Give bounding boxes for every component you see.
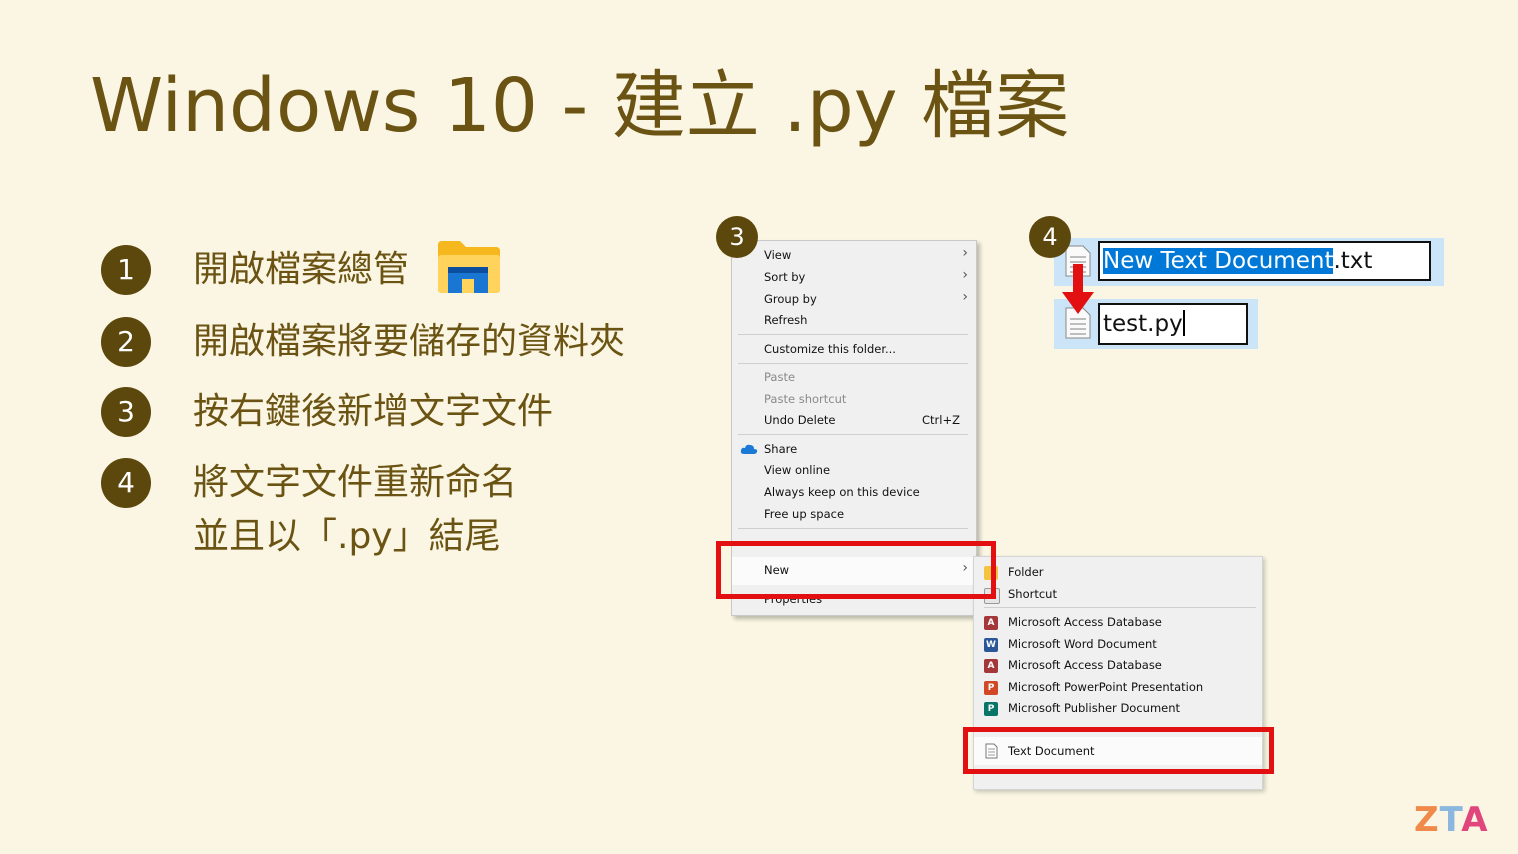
- highlight-new-box: [716, 541, 996, 599]
- step-text-line2: 並且以「.py」結尾: [193, 516, 501, 557]
- menu-item-free-up-space[interactable]: Free up space: [764, 507, 844, 521]
- menu-item-customize[interactable]: Customize this folder...: [764, 342, 896, 356]
- step-text: 按右鍵後新增文字文件: [193, 391, 554, 432]
- submenu-item-word[interactable]: Microsoft Word Document: [1008, 637, 1157, 651]
- submenu-item-folder[interactable]: Folder: [1008, 565, 1044, 579]
- logo-letter-a: A: [1461, 800, 1489, 840]
- submenu-item-powerpoint[interactable]: Microsoft PowerPoint Presentation: [1008, 680, 1203, 694]
- step-text: 開啟檔案將要儲存的資料夾: [193, 321, 626, 362]
- menu-item-paste[interactable]: Paste: [764, 370, 795, 384]
- word-icon: W: [984, 638, 998, 652]
- menu-item-view-online[interactable]: View online: [764, 463, 830, 477]
- step-number: 3: [101, 387, 151, 437]
- highlight-text-document-box: [963, 727, 1274, 774]
- zta-logo: ZTA: [1414, 800, 1489, 840]
- logo-letter-t: T: [1439, 800, 1462, 840]
- menu-item-paste-shortcut[interactable]: Paste shortcut: [764, 392, 846, 406]
- undo-shortcut: Ctrl+Z: [922, 413, 960, 427]
- step-number: 1: [101, 245, 151, 295]
- menu-item-share[interactable]: Share: [764, 442, 797, 456]
- menu-item-group-by[interactable]: Group by: [764, 292, 817, 306]
- menu-item-undo-delete[interactable]: Undo Delete: [764, 413, 835, 427]
- step-text: 將文字文件重新命名: [193, 462, 518, 503]
- rename-input-after[interactable]: test.py: [1098, 303, 1248, 345]
- logo-letter-z: Z: [1414, 800, 1440, 840]
- file-explorer-icon: [438, 241, 500, 293]
- submenu-item-shortcut[interactable]: Shortcut: [1008, 587, 1057, 601]
- menu-separator: [738, 528, 968, 529]
- submenu-item-access-2[interactable]: Microsoft Access Database: [1008, 658, 1162, 672]
- menu-item-view[interactable]: View: [764, 248, 791, 262]
- chevron-right-icon: ›: [962, 267, 968, 283]
- step-number: 4: [101, 458, 151, 508]
- powerpoint-icon: P: [984, 681, 998, 695]
- chevron-right-icon: ›: [962, 245, 968, 261]
- step-badge-3: 3: [716, 216, 758, 258]
- onedrive-cloud-icon: [740, 444, 758, 454]
- text-caret: [1182, 310, 1185, 336]
- menu-item-refresh[interactable]: Refresh: [764, 313, 807, 327]
- menu-separator: [984, 607, 1256, 608]
- slide-title: Windows 10 - 建立 .py 檔案: [90, 63, 1070, 149]
- submenu-item-access[interactable]: Microsoft Access Database: [1008, 615, 1162, 629]
- rename-input-before[interactable]: New Text Document.txt: [1098, 241, 1431, 281]
- menu-separator: [738, 334, 968, 335]
- file-extension: .txt: [1333, 248, 1373, 274]
- chevron-right-icon: ›: [962, 289, 968, 305]
- arrow-down-icon: [1062, 264, 1094, 314]
- access-icon: A: [984, 659, 998, 673]
- menu-item-always-keep[interactable]: Always keep on this device: [764, 485, 920, 499]
- access-icon: A: [984, 616, 998, 630]
- menu-separator: [738, 434, 968, 435]
- new-file-name: test.py: [1103, 311, 1183, 337]
- menu-item-sort-by[interactable]: Sort by: [764, 270, 805, 284]
- menu-separator: [738, 363, 968, 364]
- step-text: 開啟檔案總管: [193, 249, 410, 290]
- submenu-item-publisher[interactable]: Microsoft Publisher Document: [1008, 701, 1180, 715]
- publisher-icon: P: [984, 702, 998, 716]
- selected-name: New Text Document: [1103, 248, 1334, 274]
- step-number: 2: [101, 317, 151, 367]
- step-badge-4: 4: [1029, 216, 1071, 258]
